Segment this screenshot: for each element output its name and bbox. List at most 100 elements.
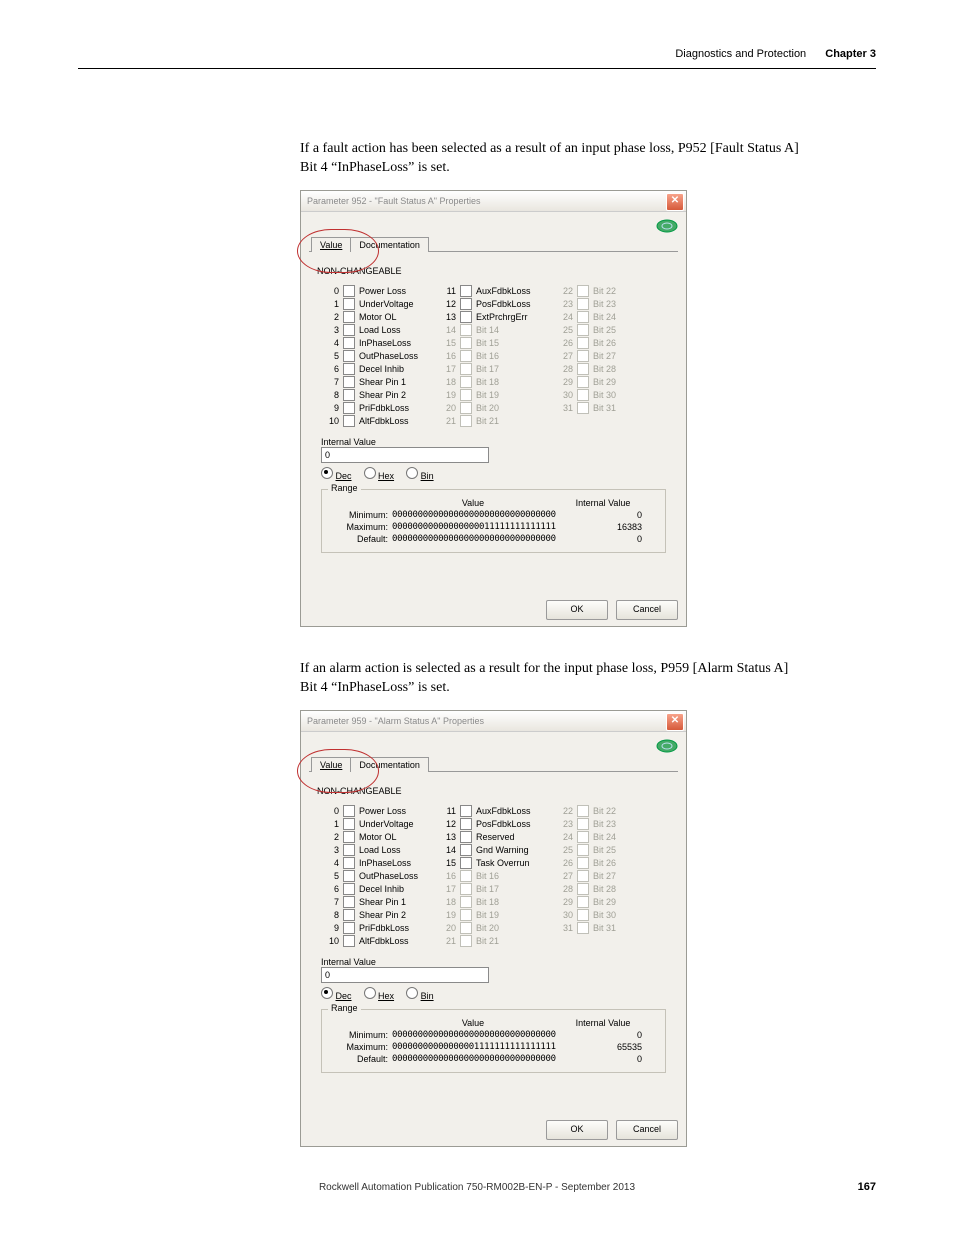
bit-checkbox[interactable] bbox=[343, 883, 355, 895]
bit-label: PriFdbkLoss bbox=[359, 403, 409, 413]
bit-checkbox[interactable] bbox=[343, 922, 355, 934]
bit-checkbox[interactable] bbox=[577, 870, 589, 882]
tab-documentation[interactable]: Documentation bbox=[350, 237, 429, 252]
range-row: Minimum:00000000000000000000000000000000… bbox=[328, 510, 659, 520]
bit-checkbox[interactable] bbox=[343, 909, 355, 921]
bit-checkbox[interactable] bbox=[460, 311, 472, 323]
bit-checkbox[interactable] bbox=[460, 402, 472, 414]
bit-checkbox[interactable] bbox=[577, 337, 589, 349]
bit-checkbox[interactable] bbox=[460, 285, 472, 297]
close-icon[interactable]: ✕ bbox=[666, 713, 684, 731]
bit-checkbox[interactable] bbox=[577, 285, 589, 297]
radio-hex[interactable] bbox=[364, 467, 376, 479]
bit-checkbox[interactable] bbox=[343, 402, 355, 414]
bit-number: 1 bbox=[323, 299, 339, 309]
bit-row: 24Bit 24 bbox=[557, 830, 672, 843]
help-icon[interactable] bbox=[656, 739, 678, 753]
cancel-button[interactable]: Cancel bbox=[616, 1120, 678, 1140]
bit-checkbox[interactable] bbox=[343, 363, 355, 375]
bit-checkbox[interactable] bbox=[577, 402, 589, 414]
bit-checkbox[interactable] bbox=[577, 389, 589, 401]
bit-checkbox[interactable] bbox=[577, 818, 589, 830]
radio-dec[interactable] bbox=[321, 467, 333, 479]
bit-checkbox[interactable] bbox=[577, 350, 589, 362]
ok-button[interactable]: OK bbox=[546, 1120, 608, 1140]
bit-checkbox[interactable] bbox=[460, 909, 472, 921]
bit-label: Reserved bbox=[476, 832, 515, 842]
bit-checkbox[interactable] bbox=[460, 324, 472, 336]
bit-checkbox[interactable] bbox=[343, 311, 355, 323]
bit-checkbox[interactable] bbox=[460, 363, 472, 375]
bit-row: 30Bit 30 bbox=[557, 908, 672, 921]
bit-checkbox[interactable] bbox=[577, 298, 589, 310]
bit-row: 13ExtPrchrgErr bbox=[440, 310, 555, 323]
bit-checkbox[interactable] bbox=[343, 857, 355, 869]
internal-value-field[interactable]: 0 bbox=[321, 447, 489, 463]
bit-checkbox[interactable] bbox=[460, 337, 472, 349]
bit-checkbox[interactable] bbox=[460, 857, 472, 869]
range-legend: Range bbox=[328, 483, 361, 493]
radio-hex[interactable] bbox=[364, 987, 376, 999]
bit-checkbox[interactable] bbox=[343, 350, 355, 362]
bit-row: 12PosFdbkLoss bbox=[440, 817, 555, 830]
bit-number: 17 bbox=[440, 884, 456, 894]
bit-number: 20 bbox=[440, 403, 456, 413]
bit-checkbox[interactable] bbox=[460, 298, 472, 310]
bit-checkbox[interactable] bbox=[460, 935, 472, 947]
bit-checkbox[interactable] bbox=[577, 324, 589, 336]
bit-checkbox[interactable] bbox=[577, 857, 589, 869]
bit-row: 31Bit 31 bbox=[557, 921, 672, 934]
bit-checkbox[interactable] bbox=[460, 831, 472, 843]
bit-checkbox[interactable] bbox=[343, 805, 355, 817]
bit-checkbox[interactable] bbox=[343, 935, 355, 947]
bit-checkbox[interactable] bbox=[577, 909, 589, 921]
bit-checkbox[interactable] bbox=[343, 324, 355, 336]
bit-checkbox[interactable] bbox=[343, 298, 355, 310]
bit-checkbox[interactable] bbox=[577, 805, 589, 817]
bit-checkbox[interactable] bbox=[577, 376, 589, 388]
bit-number: 24 bbox=[557, 312, 573, 322]
bit-checkbox[interactable] bbox=[577, 363, 589, 375]
tab-value[interactable]: Value bbox=[311, 237, 351, 252]
bit-checkbox[interactable] bbox=[343, 870, 355, 882]
bit-checkbox[interactable] bbox=[460, 376, 472, 388]
bit-row: 10AltFdbkLoss bbox=[323, 414, 438, 427]
bit-checkbox[interactable] bbox=[343, 844, 355, 856]
tab-documentation[interactable]: Documentation bbox=[350, 757, 429, 772]
bit-checkbox[interactable] bbox=[577, 844, 589, 856]
bit-checkbox[interactable] bbox=[343, 831, 355, 843]
bit-checkbox[interactable] bbox=[577, 311, 589, 323]
ok-button[interactable]: OK bbox=[546, 600, 608, 620]
bit-checkbox[interactable] bbox=[460, 844, 472, 856]
bit-checkbox[interactable] bbox=[343, 818, 355, 830]
bit-row: 6Decel Inhib bbox=[323, 362, 438, 375]
bit-checkbox[interactable] bbox=[460, 818, 472, 830]
bit-checkbox[interactable] bbox=[343, 415, 355, 427]
radio-bin[interactable] bbox=[406, 987, 418, 999]
bit-checkbox[interactable] bbox=[343, 337, 355, 349]
bit-checkbox[interactable] bbox=[460, 870, 472, 882]
cancel-button[interactable]: Cancel bbox=[616, 600, 678, 620]
bit-checkbox[interactable] bbox=[577, 896, 589, 908]
radio-bin[interactable] bbox=[406, 467, 418, 479]
bit-checkbox[interactable] bbox=[460, 415, 472, 427]
bit-checkbox[interactable] bbox=[460, 389, 472, 401]
bit-checkbox[interactable] bbox=[577, 831, 589, 843]
bit-checkbox[interactable] bbox=[460, 805, 472, 817]
bit-checkbox[interactable] bbox=[343, 376, 355, 388]
close-icon[interactable]: ✕ bbox=[666, 193, 684, 211]
bit-number: 3 bbox=[323, 325, 339, 335]
bit-checkbox[interactable] bbox=[460, 922, 472, 934]
bit-checkbox[interactable] bbox=[343, 285, 355, 297]
bit-checkbox[interactable] bbox=[577, 922, 589, 934]
bit-checkbox[interactable] bbox=[343, 896, 355, 908]
radio-dec[interactable] bbox=[321, 987, 333, 999]
bit-checkbox[interactable] bbox=[460, 350, 472, 362]
bit-checkbox[interactable] bbox=[460, 883, 472, 895]
bit-checkbox[interactable] bbox=[577, 883, 589, 895]
bit-checkbox[interactable] bbox=[343, 389, 355, 401]
internal-value-field[interactable]: 0 bbox=[321, 967, 489, 983]
tab-value[interactable]: Value bbox=[311, 757, 351, 772]
bit-checkbox[interactable] bbox=[460, 896, 472, 908]
help-icon[interactable] bbox=[656, 219, 678, 233]
